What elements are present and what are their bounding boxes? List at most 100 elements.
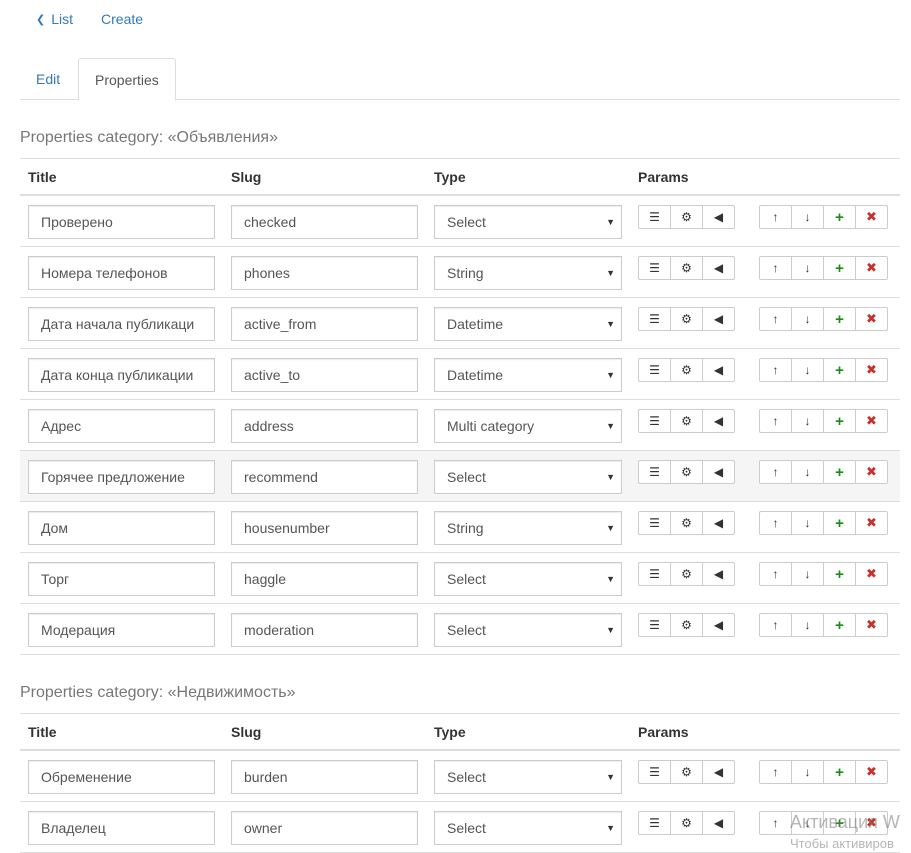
list-button[interactable]: ☰ — [638, 205, 671, 229]
remove-button[interactable]: ✖ — [855, 256, 888, 280]
add-button[interactable]: + — [823, 511, 856, 535]
announce-button[interactable]: ◀ — [702, 760, 735, 784]
list-button[interactable]: ☰ — [638, 562, 671, 586]
list-button[interactable]: ☰ — [638, 307, 671, 331]
title-input[interactable]: Обременение — [28, 760, 215, 794]
remove-button[interactable]: ✖ — [855, 205, 888, 229]
move-down-button[interactable]: ↓ — [791, 460, 824, 484]
title-input[interactable]: Дата начала публикаци — [28, 307, 215, 341]
type-select[interactable]: Select ▼ — [434, 562, 622, 596]
settings-button[interactable]: ⚙ — [670, 811, 703, 835]
move-up-button[interactable]: ↑ — [759, 205, 792, 229]
move-up-button[interactable]: ↑ — [759, 562, 792, 586]
move-up-button[interactable]: ↑ — [759, 409, 792, 433]
move-down-button[interactable]: ↓ — [791, 613, 824, 637]
list-button[interactable]: ☰ — [638, 613, 671, 637]
type-select[interactable]: Datetime ▼ — [434, 358, 622, 392]
tab-edit[interactable]: Edit — [20, 58, 76, 100]
move-up-button[interactable]: ↑ — [759, 307, 792, 331]
add-button[interactable]: + — [823, 562, 856, 586]
list-button[interactable]: ☰ — [638, 409, 671, 433]
type-select[interactable]: Multi category ▼ — [434, 409, 622, 443]
remove-button[interactable]: ✖ — [855, 613, 888, 637]
type-select[interactable]: Datetime ▼ — [434, 307, 622, 341]
slug-input[interactable]: owner — [231, 811, 418, 845]
add-button[interactable]: + — [823, 256, 856, 280]
title-input[interactable]: Модерация — [28, 613, 215, 647]
add-button[interactable]: + — [823, 613, 856, 637]
title-input[interactable]: Дом — [28, 511, 215, 545]
remove-button[interactable]: ✖ — [855, 511, 888, 535]
remove-button[interactable]: ✖ — [855, 562, 888, 586]
announce-button[interactable]: ◀ — [702, 562, 735, 586]
settings-button[interactable]: ⚙ — [670, 205, 703, 229]
move-up-button[interactable]: ↑ — [759, 511, 792, 535]
list-button[interactable]: ☰ — [638, 256, 671, 280]
settings-button[interactable]: ⚙ — [670, 358, 703, 382]
list-button[interactable]: ☰ — [638, 811, 671, 835]
move-down-button[interactable]: ↓ — [791, 409, 824, 433]
slug-input[interactable]: active_from — [231, 307, 418, 341]
move-up-button[interactable]: ↑ — [759, 613, 792, 637]
type-select[interactable]: Select ▼ — [434, 613, 622, 647]
move-up-button[interactable]: ↑ — [759, 358, 792, 382]
add-button[interactable]: + — [823, 307, 856, 331]
title-input[interactable]: Номера телефонов — [28, 256, 215, 290]
settings-button[interactable]: ⚙ — [670, 256, 703, 280]
add-button[interactable]: + — [823, 358, 856, 382]
type-select[interactable]: Select ▼ — [434, 460, 622, 494]
move-up-button[interactable]: ↑ — [759, 811, 792, 835]
slug-input[interactable]: haggle — [231, 562, 418, 596]
remove-button[interactable]: ✖ — [855, 760, 888, 784]
announce-button[interactable]: ◀ — [702, 256, 735, 280]
announce-button[interactable]: ◀ — [702, 613, 735, 637]
move-up-button[interactable]: ↑ — [759, 760, 792, 784]
type-select[interactable]: Select ▼ — [434, 205, 622, 239]
announce-button[interactable]: ◀ — [702, 460, 735, 484]
add-button[interactable]: + — [823, 760, 856, 784]
move-up-button[interactable]: ↑ — [759, 256, 792, 280]
slug-input[interactable]: burden — [231, 760, 418, 794]
type-select[interactable]: Select ▼ — [434, 811, 622, 845]
settings-button[interactable]: ⚙ — [670, 562, 703, 586]
move-down-button[interactable]: ↓ — [791, 256, 824, 280]
list-button[interactable]: ☰ — [638, 511, 671, 535]
add-button[interactable]: + — [823, 460, 856, 484]
settings-button[interactable]: ⚙ — [670, 760, 703, 784]
move-down-button[interactable]: ↓ — [791, 562, 824, 586]
settings-button[interactable]: ⚙ — [670, 307, 703, 331]
settings-button[interactable]: ⚙ — [670, 511, 703, 535]
title-input[interactable]: Дата конца публикации — [28, 358, 215, 392]
move-down-button[interactable]: ↓ — [791, 205, 824, 229]
type-select[interactable]: String ▼ — [434, 511, 622, 545]
slug-input[interactable]: address — [231, 409, 418, 443]
list-button[interactable]: ☰ — [638, 358, 671, 382]
slug-input[interactable]: active_to — [231, 358, 418, 392]
move-down-button[interactable]: ↓ — [791, 760, 824, 784]
create-link[interactable]: Create — [101, 11, 143, 27]
tab-properties[interactable]: Properties — [78, 58, 176, 101]
remove-button[interactable]: ✖ — [855, 409, 888, 433]
add-button[interactable]: + — [823, 409, 856, 433]
remove-button[interactable]: ✖ — [855, 460, 888, 484]
announce-button[interactable]: ◀ — [702, 811, 735, 835]
slug-input[interactable]: moderation — [231, 613, 418, 647]
slug-input[interactable]: housenumber — [231, 511, 418, 545]
list-button[interactable]: ☰ — [638, 460, 671, 484]
slug-input[interactable]: recommend — [231, 460, 418, 494]
slug-input[interactable]: checked — [231, 205, 418, 239]
type-select[interactable]: String ▼ — [434, 256, 622, 290]
title-input[interactable]: Адрес — [28, 409, 215, 443]
announce-button[interactable]: ◀ — [702, 409, 735, 433]
announce-button[interactable]: ◀ — [702, 358, 735, 382]
announce-button[interactable]: ◀ — [702, 205, 735, 229]
announce-button[interactable]: ◀ — [702, 307, 735, 331]
title-input[interactable]: Горячее предложение — [28, 460, 215, 494]
list-button[interactable]: ☰ — [638, 760, 671, 784]
title-input[interactable]: Проверено — [28, 205, 215, 239]
settings-button[interactable]: ⚙ — [670, 460, 703, 484]
title-input[interactable]: Торг — [28, 562, 215, 596]
type-select[interactable]: Select ▼ — [434, 760, 622, 794]
remove-button[interactable]: ✖ — [855, 358, 888, 382]
move-up-button[interactable]: ↑ — [759, 460, 792, 484]
